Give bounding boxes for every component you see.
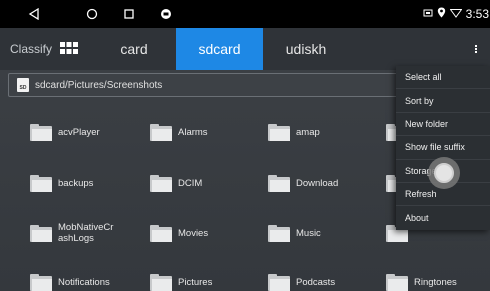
classify-button[interactable]: Classify bbox=[0, 28, 92, 70]
folder-name: amap bbox=[296, 126, 320, 138]
overflow-menu-icon[interactable] bbox=[462, 28, 490, 70]
folder-item[interactable]: DCIM bbox=[120, 163, 238, 203]
status-clock: 3:53 bbox=[465, 7, 489, 21]
back-triangle-icon[interactable] bbox=[26, 5, 42, 23]
folder-item[interactable]: Music bbox=[238, 213, 356, 253]
folder-icon bbox=[150, 224, 172, 242]
menu-item-select-all[interactable]: Select all bbox=[396, 66, 490, 90]
folder-name: Podcasts bbox=[296, 276, 336, 288]
folder-name: Ringtones bbox=[414, 276, 457, 288]
assistive-touch-icon bbox=[434, 163, 454, 183]
folder-item[interactable]: Download bbox=[238, 163, 356, 203]
recents-square-icon[interactable] bbox=[121, 5, 137, 23]
folder-item[interactable]: backups bbox=[0, 163, 118, 203]
folder-icon bbox=[268, 123, 290, 141]
folder-item[interactable]: MobNativeCrashLogs bbox=[0, 213, 118, 253]
folder-item[interactable]: Movies bbox=[120, 213, 238, 253]
folder-name: Music bbox=[296, 227, 321, 239]
folder-name: DCIM bbox=[178, 177, 203, 189]
folder-name: MobNativeCrashLogs bbox=[58, 222, 114, 244]
folder-name: Download bbox=[296, 177, 339, 189]
sd-card-icon: SD bbox=[17, 78, 29, 92]
folder-item[interactable]: Notifications bbox=[0, 262, 118, 291]
tab-bar: Classify card sdcard udiskh bbox=[0, 28, 490, 70]
current-path: sdcard/Pictures/Screenshots bbox=[35, 79, 163, 91]
menu-item-sort-by[interactable]: Sort by bbox=[396, 89, 490, 113]
location-icon bbox=[437, 5, 446, 23]
folder-icon bbox=[386, 273, 408, 291]
folder-item[interactable]: Ringtones bbox=[356, 262, 474, 291]
wifi-icon bbox=[449, 5, 463, 23]
tab-sdcard[interactable]: sdcard bbox=[176, 28, 263, 70]
folder-name: Movies bbox=[178, 227, 209, 239]
folder-icon bbox=[30, 123, 52, 141]
folder-icon bbox=[30, 224, 52, 242]
folder-icon bbox=[150, 123, 172, 141]
folder-item[interactable]: Alarms bbox=[120, 112, 238, 152]
grid-icon bbox=[60, 41, 79, 57]
tab-card[interactable]: card bbox=[92, 28, 176, 70]
folder-icon bbox=[150, 174, 172, 192]
assistive-touch-button[interactable] bbox=[428, 157, 460, 189]
sim-icon bbox=[423, 5, 433, 23]
folder-icon bbox=[150, 273, 172, 291]
folder-name: acvPlayer bbox=[58, 126, 100, 138]
menu-item-new-folder[interactable]: New folder bbox=[396, 113, 490, 137]
folder-name: Notifications bbox=[58, 276, 110, 288]
status-tray: 3:53 bbox=[423, 3, 490, 25]
folder-item[interactable]: amap bbox=[238, 112, 356, 152]
folder-name: Alarms bbox=[178, 126, 208, 138]
folder-name: Pictures bbox=[178, 276, 213, 288]
status-bar: 3:53 bbox=[0, 0, 490, 28]
home-circle-icon[interactable] bbox=[84, 5, 100, 23]
screenshot-icon[interactable] bbox=[158, 5, 174, 23]
folder-icon bbox=[30, 174, 52, 192]
menu-item-about[interactable]: About bbox=[396, 206, 490, 229]
folder-icon bbox=[268, 273, 290, 291]
folder-item[interactable]: Pictures bbox=[120, 262, 238, 291]
folder-icon bbox=[268, 224, 290, 242]
folder-item[interactable]: Podcasts bbox=[238, 262, 356, 291]
folder-icon bbox=[30, 273, 52, 291]
tab-udiskh[interactable]: udiskh bbox=[263, 28, 349, 70]
folder-name: backups bbox=[58, 177, 94, 189]
overflow-menu: Select all Sort by New folder Show file … bbox=[396, 66, 490, 230]
folder-item[interactable]: acvPlayer bbox=[0, 112, 118, 152]
classify-label: Classify bbox=[10, 42, 53, 56]
folder-icon bbox=[268, 174, 290, 192]
